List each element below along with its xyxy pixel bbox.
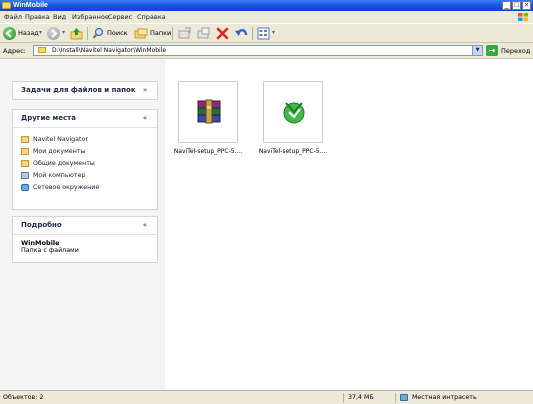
details-folder-name: WinMobile — [21, 239, 60, 247]
file-item[interactable]: NaviTel-setup_PPC-5.... — [167, 81, 249, 159]
address-label: Адрес: — [3, 47, 26, 55]
chevron-down-icon[interactable]: » — [140, 85, 150, 95]
menu-help[interactable]: Справка — [137, 11, 166, 23]
chevron-up-icon[interactable]: « — [140, 113, 150, 123]
menu-bar: Файл Правка Вид Избранное Сервис Справка — [0, 11, 533, 23]
details-folder-type: Папка с файлами — [21, 247, 79, 254]
address-input[interactable] — [52, 46, 462, 55]
folders-button-label[interactable]: Папки — [150, 24, 171, 43]
window-controls: _ □ × — [502, 1, 531, 10]
place-link-network[interactable]: Сетевое окружение — [21, 181, 149, 193]
close-button[interactable]: × — [522, 1, 531, 10]
place-link-label[interactable]: Navitel Navigator — [33, 136, 88, 143]
maximize-button[interactable]: □ — [512, 1, 521, 10]
computer-icon — [21, 171, 29, 179]
folder-icon — [21, 135, 29, 143]
network-icon — [21, 183, 29, 191]
panel-header[interactable]: Подробно « — [13, 217, 157, 235]
file-name[interactable]: NaviTel-setup_PPC-5.... — [167, 148, 249, 155]
task-pane-background: Задачи для файлов и папок » Другие места… — [0, 59, 165, 390]
place-link-navitel[interactable]: Navitel Navigator — [21, 133, 149, 145]
place-link-label[interactable]: Мой компьютер — [33, 172, 85, 179]
place-link-label[interactable]: Сетевое окружение — [33, 184, 99, 191]
folders-icon[interactable] — [134, 27, 148, 40]
panel-header[interactable]: Задачи для файлов и папок » — [13, 82, 157, 99]
explorer-window: WinMobile _ □ × Файл Правка Вид Избранно… — [0, 0, 533, 404]
up-folder-icon[interactable] — [70, 27, 83, 40]
toolbar-separator — [252, 27, 253, 40]
go-arrow-icon[interactable]: → — [486, 45, 498, 56]
move-to-icon[interactable] — [178, 27, 192, 40]
forward-arrow-icon[interactable] — [47, 27, 60, 40]
panel-title[interactable]: Задачи для файлов и папок — [21, 82, 136, 99]
file-thumbnail[interactable] — [263, 81, 323, 143]
folder-icon — [2, 2, 11, 9]
minimize-button[interactable]: _ — [502, 1, 511, 10]
status-separator — [343, 393, 344, 403]
intranet-zone-icon — [400, 394, 408, 401]
title-bar[interactable]: WinMobile _ □ × — [0, 0, 533, 11]
search-button-label[interactable]: Поиск — [107, 24, 128, 43]
task-pane: Задачи для файлов и папок » Другие места… — [0, 59, 165, 390]
views-icon[interactable] — [257, 27, 270, 40]
file-item[interactable]: NaviTel-setup_PPC-5.... — [252, 81, 334, 159]
panel-title[interactable]: Подробно — [21, 217, 62, 234]
toolbar-separator — [87, 27, 88, 40]
place-link-label[interactable]: Мои документы — [33, 148, 86, 155]
search-icon[interactable] — [92, 27, 105, 40]
panel-body: WinMobile Папка с файлами — [13, 235, 157, 260]
winrar-archive-icon — [197, 99, 221, 124]
place-link-label[interactable]: Общие документы — [33, 160, 95, 167]
chevron-up-icon[interactable]: « — [140, 220, 150, 230]
file-thumbnail[interactable] — [178, 81, 238, 143]
folder-icon — [38, 47, 46, 53]
place-link-my-computer[interactable]: Мой компьютер — [21, 169, 149, 181]
menu-favorites[interactable]: Избранное — [72, 11, 109, 23]
delete-icon[interactable] — [216, 27, 229, 40]
go-button-label[interactable]: Переход — [501, 43, 530, 59]
status-object-count: Объектов: 2 — [3, 394, 44, 401]
views-dropdown-icon[interactable]: ▾ — [272, 29, 275, 36]
folder-icon — [21, 147, 29, 155]
file-folder-tasks-panel: Задачи для файлов и папок » — [12, 81, 158, 100]
status-separator — [395, 393, 396, 403]
navitel-setup-icon — [283, 102, 305, 124]
details-panel: Подробно « WinMobile Папка с файлами — [12, 216, 158, 263]
address-dropdown-icon[interactable]: ▼ — [472, 46, 482, 55]
undo-icon[interactable] — [234, 27, 248, 40]
menu-tools[interactable]: Сервис — [108, 11, 132, 23]
toolbar: Назад ▾ ▾ Поиск Папки ▾ — [0, 23, 533, 43]
address-bar: Адрес: ▼ → Переход — [0, 43, 533, 59]
panel-title[interactable]: Другие места — [21, 110, 76, 127]
status-size: 37,4 МБ — [348, 394, 374, 401]
panel-header[interactable]: Другие места « — [13, 110, 157, 128]
panel-body: Navitel Navigator Мои документы Общие до… — [13, 128, 157, 199]
address-box[interactable]: ▼ — [33, 45, 483, 56]
file-view[interactable]: NaviTel-setup_PPC-5.... NaviTel-setup_PP… — [165, 59, 533, 390]
menu-view[interactable]: Вид — [53, 11, 66, 23]
folder-icon — [21, 159, 29, 167]
status-zone: Местная интрасеть — [412, 394, 477, 401]
menu-edit[interactable]: Правка — [25, 11, 50, 23]
status-bar: Объектов: 2 37,4 МБ Местная интрасеть — [0, 390, 533, 404]
back-arrow-icon[interactable] — [3, 27, 16, 40]
toolbar-separator — [172, 27, 173, 40]
back-dropdown-icon[interactable]: ▾ — [39, 29, 42, 36]
window-title: WinMobile — [13, 2, 48, 9]
windows-logo-icon — [518, 13, 528, 21]
back-button-label[interactable]: Назад — [18, 24, 39, 43]
forward-dropdown-icon[interactable]: ▾ — [62, 29, 65, 36]
place-link-my-documents[interactable]: Мои документы — [21, 145, 149, 157]
copy-to-icon[interactable] — [197, 27, 211, 40]
file-name[interactable]: NaviTel-setup_PPC-5.... — [252, 148, 334, 155]
other-places-panel: Другие места « Navitel Navigator Мои док… — [12, 109, 158, 210]
place-link-shared-documents[interactable]: Общие документы — [21, 157, 149, 169]
menu-file[interactable]: Файл — [4, 11, 22, 23]
